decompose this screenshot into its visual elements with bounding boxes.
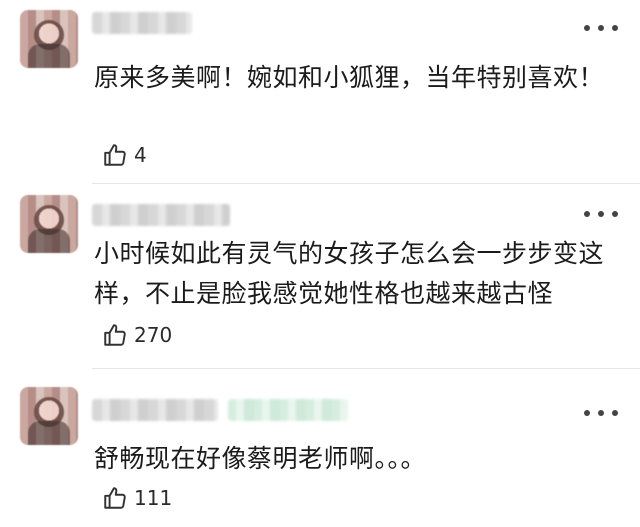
more-options-icon[interactable]: [584, 208, 618, 220]
comment-item: 小时候如此有灵气的女孩子怎么会一步步变这样，不止是脸我感觉她性格也越来越古怪 2…: [0, 184, 640, 368]
comment-text: 小时候如此有灵气的女孩子怎么会一步步变这样，不止是脸我感觉她性格也越来越古怪: [94, 239, 605, 308]
like-count: 270: [134, 323, 173, 347]
username-blurred[interactable]: [92, 399, 218, 421]
more-options-icon[interactable]: [584, 407, 618, 419]
like-button[interactable]: 111: [102, 485, 172, 511]
comment-item: 舒畅现在好像蔡明老师啊。。。 111: [0, 369, 640, 527]
avatar[interactable]: [20, 387, 78, 445]
thumbs-up-icon: [104, 324, 126, 346]
avatar[interactable]: [20, 195, 78, 253]
username-blurred[interactable]: [92, 12, 192, 34]
like-button[interactable]: 4: [102, 142, 147, 168]
comment-item: 原来多美啊！婉如和小狐狸，当年特别喜欢！ 4: [0, 0, 640, 183]
more-options-icon[interactable]: [584, 22, 618, 34]
comment-text: 原来多美啊！婉如和小狐狸，当年特别喜欢！: [94, 63, 605, 92]
like-count: 4: [134, 143, 147, 167]
like-button[interactable]: 270: [102, 322, 172, 348]
comment-text: 舒畅现在好像蔡明老师啊。。。: [94, 444, 427, 473]
avatar[interactable]: [20, 10, 78, 68]
badge-blurred: [228, 399, 348, 421]
like-count: 111: [134, 486, 173, 510]
username-blurred[interactable]: [92, 204, 230, 226]
thumbs-up-icon: [104, 487, 126, 509]
thumbs-up-icon: [104, 144, 126, 166]
